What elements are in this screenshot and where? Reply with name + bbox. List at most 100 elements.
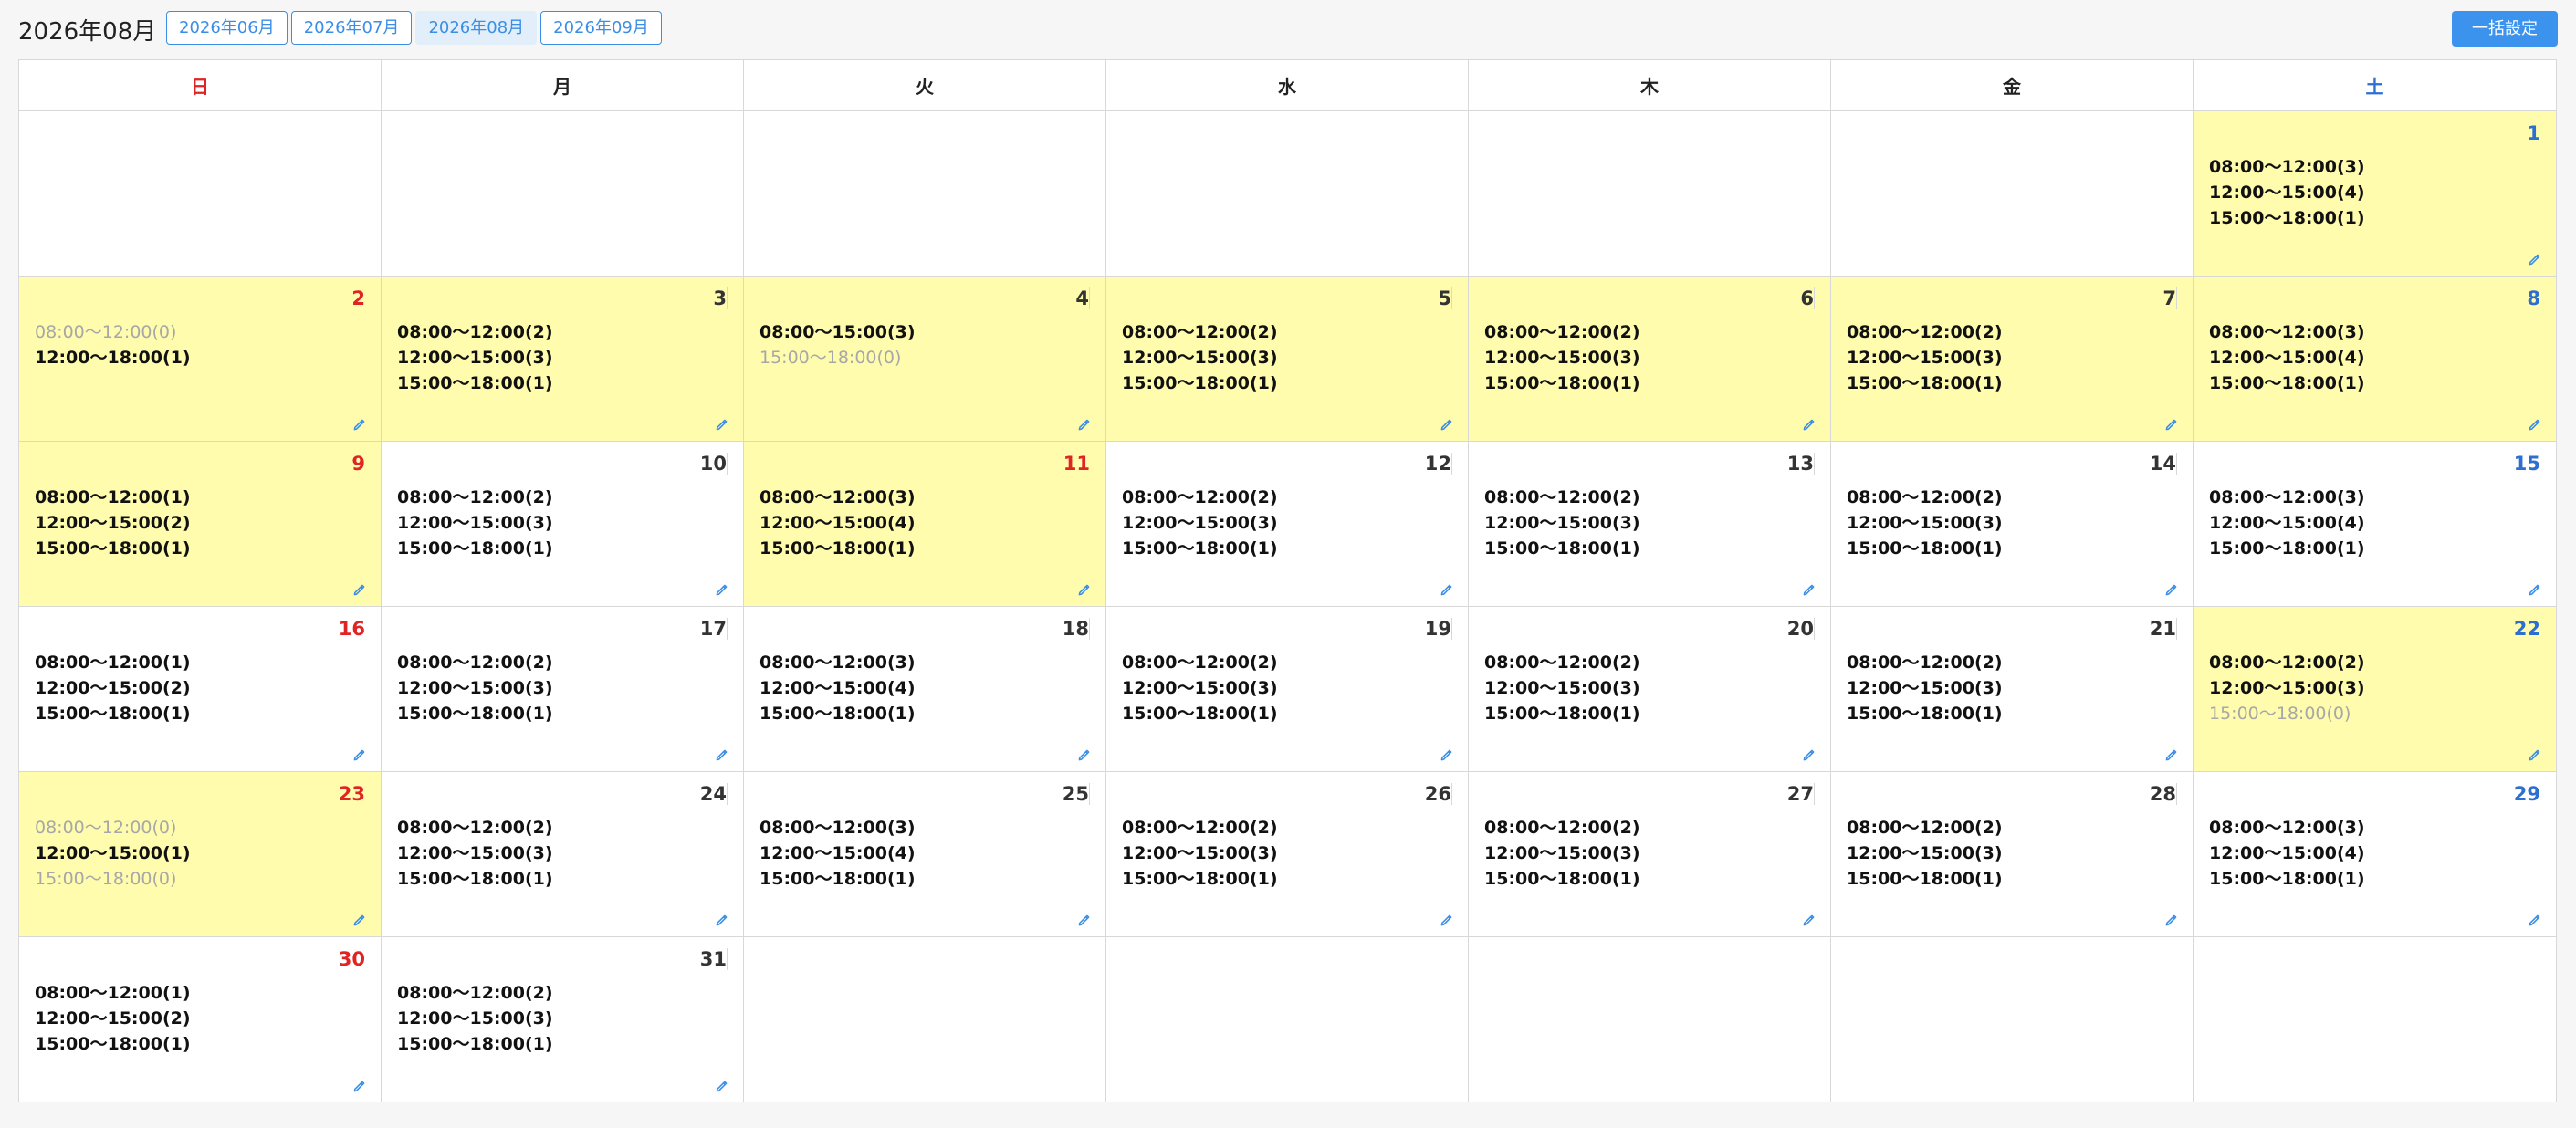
day-cell-10: 10 08:00〜12:00(2) 12:00〜15:00(3) 15:00〜18:0… — [382, 442, 744, 607]
bulk-settings-button[interactable]: 一括設定 — [2452, 11, 2558, 47]
pencil-icon[interactable] — [2527, 747, 2542, 763]
pencil-icon[interactable] — [714, 913, 729, 928]
time-slot: 08:00〜12:00(2) — [1847, 818, 2003, 838]
weekday-sunday: 日 — [19, 60, 382, 110]
weekday-friday: 金 — [1831, 60, 2194, 110]
day-number: 27 — [1786, 783, 1815, 805]
pencil-icon[interactable] — [351, 913, 367, 928]
time-slot: 08:00〜12:00(3) — [759, 653, 916, 673]
time-slot-list: 08:00〜12:00(0) 12:00〜15:00(1) 15:00〜18:00(… — [35, 815, 191, 892]
time-slot: 08:00〜12:00(1) — [35, 983, 191, 1003]
time-slot: 15:00〜18:00(1) — [1847, 869, 2003, 889]
time-slot-list: 08:00〜12:00(1) 12:00〜15:00(2) 15:00〜18:00(… — [35, 650, 191, 726]
day-cell-9: 9 08:00〜12:00(1) 12:00〜15:00(2) 15:00〜18:00… — [19, 442, 382, 607]
pencil-icon[interactable] — [2163, 747, 2179, 763]
time-slot: 12:00〜15:00(3) — [1484, 513, 1640, 533]
pencil-icon[interactable] — [1439, 913, 1454, 928]
month-tab-2026-08[interactable]: 2026年08月 — [415, 11, 538, 45]
pencil-icon[interactable] — [1076, 417, 1092, 433]
day-number: 20 — [1786, 618, 1815, 640]
time-slot-list: 08:00〜12:00(2) 12:00〜15:00(3) 15:00〜18:00(… — [1847, 815, 2003, 892]
day-cell-26: 26 08:00〜12:00(2) 12:00〜15:00(3) 15:00〜18:0… — [1106, 772, 1469, 937]
time-slot: 08:00〜12:00(2) — [397, 818, 553, 838]
pencil-icon[interactable] — [351, 417, 367, 433]
time-slot-list: 08:00〜12:00(2) 12:00〜15:00(3) 15:00〜18:00(… — [1484, 650, 1640, 726]
pencil-icon[interactable] — [1801, 417, 1817, 433]
time-slot: 08:00〜12:00(3) — [2209, 818, 2365, 838]
pencil-icon[interactable] — [2163, 582, 2179, 598]
day-cell-27: 27 08:00〜12:00(2) 12:00〜15:00(3) 15:00〜18:0… — [1469, 772, 1831, 937]
time-slot: 08:00〜12:00(2) — [1122, 653, 1278, 673]
time-slot: 15:00〜18:00(1) — [397, 704, 553, 724]
weekday-thursday: 木 — [1469, 60, 1831, 110]
pencil-icon[interactable] — [1076, 747, 1092, 763]
time-slot-list: 08:00〜12:00(2) 12:00〜15:00(3) 15:00〜18:00(… — [397, 650, 553, 726]
time-slot: 12:00〜15:00(2) — [35, 678, 191, 698]
day-cell-7: 7 08:00〜12:00(2) 12:00〜15:00(3) 15:00〜18:00… — [1831, 277, 2194, 442]
time-slot: 15:00〜18:00(1) — [2209, 208, 2365, 228]
time-slot-list: 08:00〜12:00(2) 12:00〜15:00(3) 15:00〜18:00(… — [397, 485, 553, 561]
weekday-tuesday: 火 — [744, 60, 1106, 110]
pencil-icon[interactable] — [1439, 582, 1454, 598]
month-tab-2026-09[interactable]: 2026年09月 — [540, 11, 662, 45]
pencil-icon[interactable] — [1439, 747, 1454, 763]
month-tab-2026-06[interactable]: 2026年06月 — [166, 11, 288, 45]
time-slot: 15:00〜18:00(1) — [2209, 538, 2365, 559]
time-slot: 15:00〜18:00(1) — [1484, 538, 1640, 559]
pencil-icon[interactable] — [351, 1079, 367, 1094]
pencil-icon[interactable] — [2163, 417, 2179, 433]
time-slot: 12:00〜15:00(3) — [1847, 843, 2003, 863]
day-cell-31: 31 08:00〜12:00(2) 12:00〜15:00(3) 15:00〜18:0… — [382, 937, 744, 1102]
pencil-icon[interactable] — [1801, 747, 1817, 763]
empty-day-cell — [2194, 937, 2556, 1102]
pencil-icon[interactable] — [714, 1079, 729, 1094]
pencil-icon[interactable] — [2527, 582, 2542, 598]
day-cell-6: 6 08:00〜12:00(2) 12:00〜15:00(3) 15:00〜18:00… — [1469, 277, 1831, 442]
time-slot: 15:00〜18:00(1) — [397, 538, 553, 559]
pencil-icon[interactable] — [2527, 417, 2542, 433]
time-slot: 15:00〜18:00(1) — [1847, 373, 2003, 393]
day-number: 8 — [2527, 287, 2540, 309]
pencil-icon[interactable] — [1439, 417, 1454, 433]
time-slot: 12:00〜15:00(3) — [1484, 843, 1640, 863]
empty-day-cell — [1831, 937, 2194, 1102]
time-slot: 08:00〜12:00(2) — [1484, 487, 1640, 507]
time-slot: 08:00〜12:00(2) — [1122, 818, 1278, 838]
day-cell-30: 30 08:00〜12:00(1) 12:00〜15:00(2) 15:00〜18:0… — [19, 937, 382, 1102]
day-cell-5: 5 08:00〜12:00(2) 12:00〜15:00(3) 15:00〜18:00… — [1106, 277, 1469, 442]
day-cell-21: 21 08:00〜12:00(2) 12:00〜15:00(3) 15:00〜18:0… — [1831, 607, 2194, 772]
pencil-icon[interactable] — [351, 582, 367, 598]
pencil-icon[interactable] — [351, 747, 367, 763]
pencil-icon[interactable] — [1076, 582, 1092, 598]
time-slot-list: 08:00〜12:00(2) 12:00〜15:00(3) 15:00〜18:00(… — [397, 815, 553, 892]
time-slot: 12:00〜15:00(4) — [759, 843, 916, 863]
pencil-icon[interactable] — [2527, 913, 2542, 928]
time-slot: 15:00〜18:00(1) — [35, 704, 191, 724]
pencil-icon[interactable] — [714, 417, 729, 433]
day-number: 18 — [1062, 618, 1090, 640]
pencil-icon[interactable] — [1801, 913, 1817, 928]
day-number: 24 — [699, 783, 728, 805]
time-slot: 12:00〜15:00(3) — [397, 843, 553, 863]
month-tab-2026-07[interactable]: 2026年07月 — [290, 11, 413, 45]
day-number: 30 — [338, 948, 365, 970]
day-number: 14 — [2149, 453, 2177, 475]
time-slot-list: 08:00〜12:00(0) 12:00〜18:00(1) — [35, 319, 191, 371]
pencil-icon[interactable] — [1801, 582, 1817, 598]
pencil-icon[interactable] — [1076, 913, 1092, 928]
day-cell-13: 13 08:00〜12:00(2) 12:00〜15:00(3) 15:00〜18:0… — [1469, 442, 1831, 607]
weekday-header-row: 日 月 火 水 木 金 土 — [19, 60, 2556, 111]
weekday-wednesday: 水 — [1106, 60, 1469, 110]
time-slot: 12:00〜15:00(3) — [1484, 348, 1640, 368]
time-slot-list: 08:00〜12:00(1) 12:00〜15:00(2) 15:00〜18:00(… — [35, 980, 191, 1057]
empty-day-cell — [1106, 937, 1469, 1102]
pencil-icon[interactable] — [2527, 252, 2542, 267]
pencil-icon[interactable] — [2163, 913, 2179, 928]
day-number: 26 — [1424, 783, 1452, 805]
pencil-icon[interactable] — [714, 582, 729, 598]
time-slot: 15:00〜18:00(1) — [1122, 869, 1278, 889]
time-slot: 12:00〜15:00(4) — [2209, 843, 2365, 863]
time-slot: 15:00〜18:00(1) — [1122, 704, 1278, 724]
pencil-icon[interactable] — [714, 747, 729, 763]
time-slot: 08:00〜12:00(0) — [35, 322, 177, 342]
